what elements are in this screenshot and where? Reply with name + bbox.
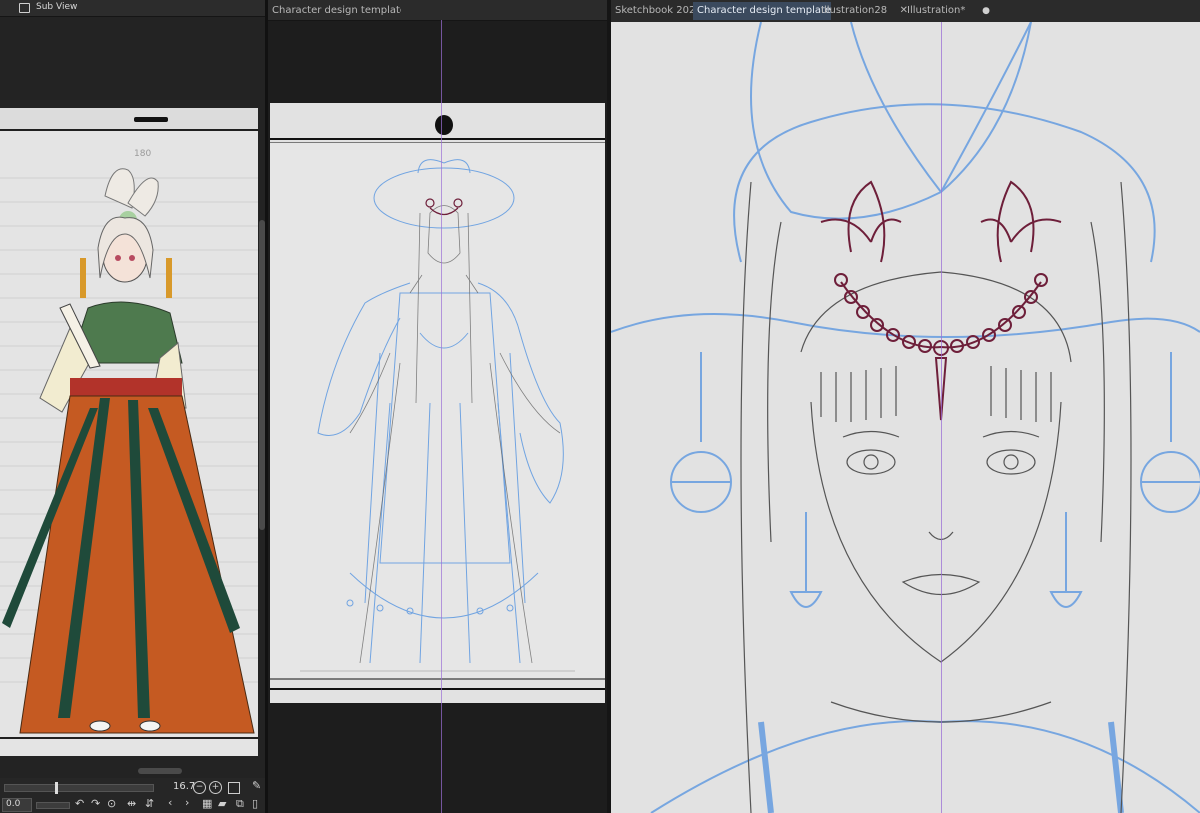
flip-horizontal-icon[interactable]: ⇹ [127,797,136,810]
rotation-slider[interactable] [36,802,70,809]
tab-character-design-template[interactable]: Character design template* ● [268,2,401,20]
tab-label: Sketchbook 202 [615,5,693,16]
tab-illustration28[interactable]: Illustration28 ✕ [817,2,911,20]
rotate-left-icon[interactable]: ↶ [75,797,84,810]
horizontal-scrollbar[interactable] [138,768,182,774]
center-guide-line-right [941,22,942,813]
trash-icon[interactable]: ▯ [252,797,258,810]
chevron-left-icon[interactable]: ‹ [168,796,172,809]
fit-view-icon[interactable] [228,782,240,794]
reference-illustration: 180 [0,108,258,739]
subview-toolbar: 16.7 − + ✎ 0.0 ↶ ↷ ⊙ ⇹ ⇵ ‹ › ▦ ▰ ⧉ ▯ [0,778,268,813]
middle-canvas-panel: Character design template* ● [268,0,607,813]
sketch-face-closeup [611,21,1200,813]
zoom-value: 16.7 [173,781,196,792]
reference-image[interactable]: 180 [0,108,258,756]
import-icon[interactable]: ⧉ [236,797,244,811]
minus-circle-icon[interactable]: − [193,781,206,794]
eyedropper-icon[interactable]: ✎ [252,779,261,792]
main-canvas[interactable] [611,21,1200,813]
center-guide-line [441,20,442,813]
open-folder-icon[interactable]: ▰ [218,797,226,810]
zoom-slider-handle[interactable] [55,782,58,794]
middle-tab-bar: Character design template* ● [268,0,607,21]
sub-view-header: Sub View [0,0,268,17]
tab-label: Character design template* [272,5,401,16]
tab-label: Illustration* [907,5,966,16]
grid-icon[interactable]: ▦ [202,797,212,810]
modified-indicator: ● [982,6,990,16]
flip-vertical-icon[interactable]: ⇵ [145,797,154,810]
zoom-slider[interactable] [4,782,154,794]
right-canvas-panel: Sketchbook 202 Character design template… [611,0,1200,813]
sketch-full-body [270,115,605,690]
tab-character-design-template-active[interactable]: Character design template* ● [693,2,831,20]
rotation-value: 0.0 [6,799,21,809]
plus-circle-icon[interactable]: + [209,781,222,794]
subview-window-icon [19,3,30,13]
sub-view-title: Sub View [36,2,78,12]
tab-label: Illustration28 [821,5,888,16]
tab-label: Character design template* [697,5,831,16]
sub-view-panel: Sub View 180 16.7 − + ✎ 0.0 ↶ ↷ ⊙ ⇹ ⇵ ‹ … [0,0,268,813]
reset-rotation-icon[interactable]: ⊙ [107,797,116,810]
middle-canvas[interactable] [270,103,605,703]
chevron-right-icon[interactable]: › [185,796,189,809]
rotation-field[interactable]: 0.0 [2,798,32,812]
tab-sketchbook[interactable]: Sketchbook 202 [611,2,693,20]
right-tab-bar: Sketchbook 202 Character design template… [611,0,1200,23]
ruler-label: 180 [134,149,151,159]
rotate-right-icon[interactable]: ↷ [91,797,100,810]
tab-illustration[interactable]: Illustration* ● [903,2,993,20]
